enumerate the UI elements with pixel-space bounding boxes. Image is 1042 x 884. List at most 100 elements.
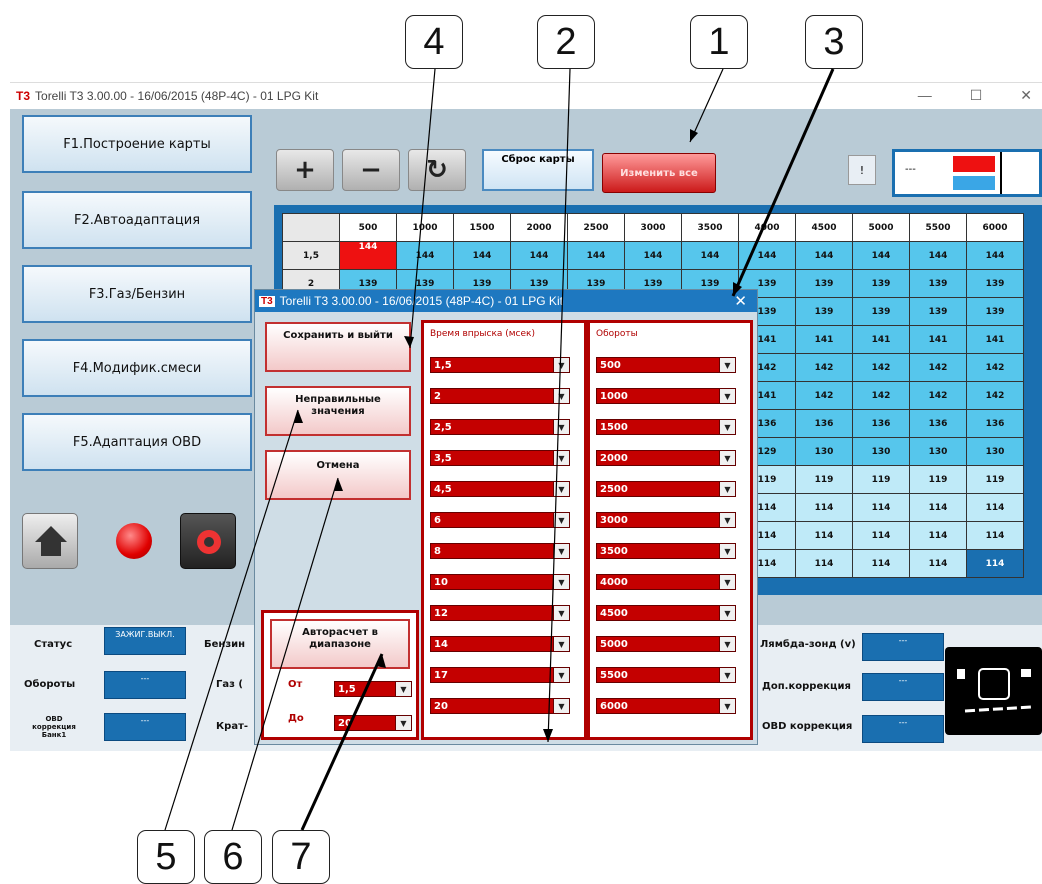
rpm-dropdown[interactable]: 3500 ▼: [596, 543, 736, 559]
map-cell[interactable]: 136: [909, 409, 967, 438]
map-cell[interactable]: 144: [396, 241, 454, 270]
map-cell[interactable]: 119: [909, 465, 967, 494]
sidebar-item-mix-modify[interactable]: F4.Модифик.смеси: [22, 339, 252, 397]
injection-time-dropdown[interactable]: 1,5 ▼: [430, 357, 570, 373]
map-cell[interactable]: 144: [738, 241, 796, 270]
map-cell[interactable]: 114: [852, 521, 910, 550]
map-cell[interactable]: 114: [909, 549, 967, 578]
map-cell[interactable]: 139: [852, 269, 910, 298]
map-cell[interactable]: 114: [909, 521, 967, 550]
map-cell[interactable]: 136: [795, 409, 853, 438]
injection-time-dropdown[interactable]: 14 ▼: [430, 636, 570, 652]
map-cell[interactable]: 139: [909, 297, 967, 326]
map-cell[interactable]: 142: [795, 381, 853, 410]
change-all-button[interactable]: Изменить все: [602, 153, 716, 193]
map-cell[interactable]: 114: [966, 521, 1024, 550]
from-dropdown[interactable]: 1,5 ▼: [334, 681, 412, 697]
map-cell[interactable]: 142: [966, 381, 1024, 410]
subtract-button[interactable]: −: [342, 149, 400, 191]
map-cell[interactable]: 139: [966, 297, 1024, 326]
map-cell[interactable]: 114: [966, 549, 1024, 578]
rpm-dropdown[interactable]: 1500 ▼: [596, 419, 736, 435]
map-cell[interactable]: 139: [795, 297, 853, 326]
map-cell[interactable]: 136: [852, 409, 910, 438]
map-cell[interactable]: 119: [966, 465, 1024, 494]
injection-time-dropdown[interactable]: 4,5 ▼: [430, 481, 570, 497]
map-cell[interactable]: 130: [966, 437, 1024, 466]
map-cell[interactable]: 130: [909, 437, 967, 466]
map-cell[interactable]: 114: [795, 521, 853, 550]
map-cell[interactable]: 142: [795, 353, 853, 382]
refresh-button[interactable]: ↻: [408, 149, 466, 191]
map-cell[interactable]: 119: [852, 465, 910, 494]
rpm-dropdown[interactable]: 5000 ▼: [596, 636, 736, 652]
info-button[interactable]: !: [848, 155, 876, 185]
reset-map-button[interactable]: Сброс карты: [482, 149, 594, 191]
map-cell[interactable]: 144: [795, 241, 853, 270]
wrong-values-button[interactable]: Неправильные значения: [265, 386, 411, 436]
rpm-dropdown[interactable]: 6000 ▼: [596, 698, 736, 714]
map-cell[interactable]: 144: [852, 241, 910, 270]
map-cell[interactable]: 142: [852, 381, 910, 410]
map-cell[interactable]: 144: [510, 241, 568, 270]
sidebar-item-obd-adapt[interactable]: F5.Адаптация OBD: [22, 413, 252, 471]
save-exit-button[interactable]: Сохранить и выйти: [265, 322, 411, 372]
map-cell[interactable]: 144: [966, 241, 1024, 270]
map-cell[interactable]: 139: [909, 269, 967, 298]
map-cell[interactable]: 136: [966, 409, 1024, 438]
sidebar-item-map-build[interactable]: F1.Построение карты: [22, 115, 252, 173]
map-cell[interactable]: 141: [795, 325, 853, 354]
injection-time-dropdown[interactable]: 20 ▼: [430, 698, 570, 714]
map-cell[interactable]: 144: [909, 241, 967, 270]
map-cell[interactable]: 144: [681, 241, 739, 270]
map-cell[interactable]: 114: [966, 493, 1024, 522]
rpm-dropdown[interactable]: 4000 ▼: [596, 574, 736, 590]
close-button[interactable]: ✕: [1020, 87, 1032, 104]
rpm-dropdown[interactable]: 2500 ▼: [596, 481, 736, 497]
map-cell[interactable]: 141: [909, 325, 967, 354]
map-cell[interactable]: 139: [795, 269, 853, 298]
rpm-dropdown[interactable]: 5500 ▼: [596, 667, 736, 683]
minimize-button[interactable]: —: [918, 87, 932, 104]
map-cell[interactable]: 141: [852, 325, 910, 354]
settings-button[interactable]: [180, 513, 236, 569]
add-button[interactable]: +: [276, 149, 334, 191]
map-cell[interactable]: 144: [453, 241, 511, 270]
to-dropdown[interactable]: 20 ▼: [334, 715, 412, 731]
map-cell[interactable]: 144: [624, 241, 682, 270]
map-cell[interactable]: 119: [795, 465, 853, 494]
injection-time-dropdown[interactable]: 6 ▼: [430, 512, 570, 528]
map-cell[interactable]: 114: [852, 493, 910, 522]
map-cell[interactable]: 114: [852, 549, 910, 578]
map-cell[interactable]: 114: [795, 549, 853, 578]
map-cell[interactable]: 144: [339, 241, 397, 270]
map-cell[interactable]: 142: [909, 381, 967, 410]
map-cell[interactable]: 139: [966, 269, 1024, 298]
dialog-close-button[interactable]: ✕: [734, 292, 747, 310]
injection-time-dropdown[interactable]: 8 ▼: [430, 543, 570, 559]
map-cell[interactable]: 114: [795, 493, 853, 522]
maximize-button[interactable]: ☐: [970, 87, 983, 104]
map-cell[interactable]: 142: [852, 353, 910, 382]
injection-time-dropdown[interactable]: 10 ▼: [430, 574, 570, 590]
rpm-dropdown[interactable]: 500 ▼: [596, 357, 736, 373]
map-cell[interactable]: 142: [909, 353, 967, 382]
map-cell[interactable]: 130: [795, 437, 853, 466]
cancel-button[interactable]: Отмена: [265, 450, 411, 500]
rpm-dropdown[interactable]: 2000 ▼: [596, 450, 736, 466]
map-cell[interactable]: 114: [909, 493, 967, 522]
auto-calc-button[interactable]: Авторасчет в диапазоне: [270, 619, 410, 669]
injection-time-dropdown[interactable]: 12 ▼: [430, 605, 570, 621]
sidebar-item-auto-adapt[interactable]: F2.Автоадаптация: [22, 191, 252, 249]
rpm-dropdown[interactable]: 3000 ▼: [596, 512, 736, 528]
map-cell[interactable]: 141: [966, 325, 1024, 354]
injection-time-dropdown[interactable]: 2,5 ▼: [430, 419, 570, 435]
injection-time-dropdown[interactable]: 2 ▼: [430, 388, 570, 404]
sidebar-item-gas-petrol[interactable]: F3.Газ/Бензин: [22, 265, 252, 323]
map-cell[interactable]: 144: [567, 241, 625, 270]
map-cell[interactable]: 142: [966, 353, 1024, 382]
rpm-dropdown[interactable]: 4500 ▼: [596, 605, 736, 621]
injection-time-dropdown[interactable]: 3,5 ▼: [430, 450, 570, 466]
map-cell[interactable]: 139: [852, 297, 910, 326]
map-cell[interactable]: 130: [852, 437, 910, 466]
